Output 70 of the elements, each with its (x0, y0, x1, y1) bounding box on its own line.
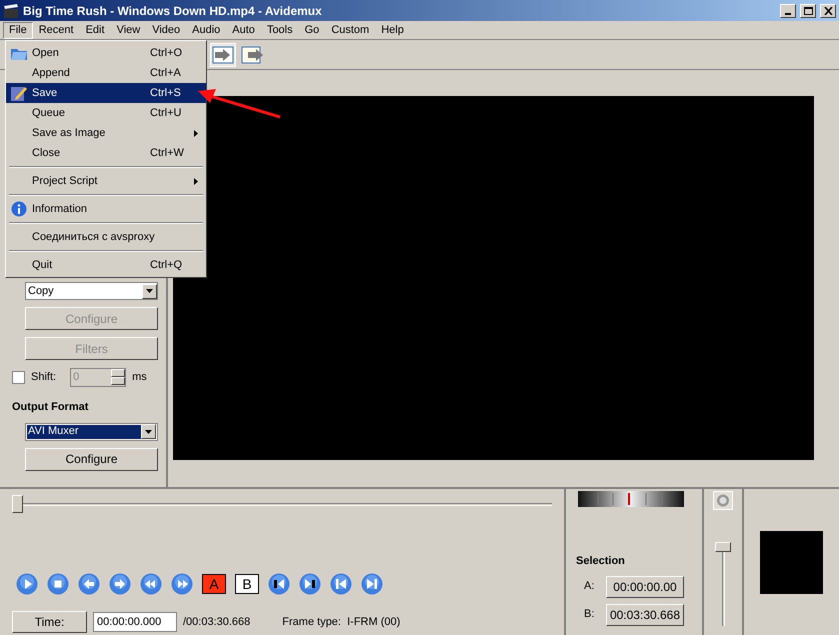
menu-bar-item[interactable]: Auto (226, 22, 261, 38)
menu-item[interactable]: Quit Ctrl+Q (6, 255, 206, 275)
ms-label: ms (132, 370, 147, 385)
time-button[interactable]: Time: (12, 611, 87, 633)
close-icon (824, 6, 832, 14)
play-button[interactable] (16, 573, 38, 595)
menu-item[interactable]: Соединиться с avsproxy (6, 227, 206, 247)
menu-bar-item[interactable]: Help (375, 22, 410, 38)
maximize-icon (804, 6, 812, 14)
menu-item[interactable]: Save Ctrl+S (6, 83, 206, 103)
volume-thumb[interactable] (715, 542, 731, 552)
menu-item[interactable]: Information (6, 199, 206, 219)
dropdown-arrow-icon (146, 289, 153, 293)
menu-bar-item[interactable]: File (3, 22, 33, 38)
marker-button[interactable]: A (202, 574, 226, 594)
menu-bar-item[interactable]: Video (146, 22, 186, 38)
marker-button[interactable]: B (235, 574, 259, 594)
menu-bar-item[interactable]: Go (298, 22, 326, 38)
arrow-in-window-icon[interactable] (210, 42, 236, 66)
menu-item[interactable]: Close Ctrl+W (6, 143, 206, 163)
shift-label: Shift: (31, 370, 56, 385)
info-icon (11, 201, 27, 217)
total-duration: /00:03:30.668 (183, 614, 250, 630)
menu-bar-item[interactable]: Tools (260, 22, 299, 38)
close-button[interactable] (820, 4, 836, 18)
thumbnail-preview (760, 530, 823, 594)
menu-item[interactable]: Save as Image (6, 123, 206, 143)
rewind-button[interactable] (140, 573, 162, 595)
submenu-arrow-icon (194, 130, 198, 136)
minimize-icon (785, 12, 791, 14)
menu-bar-item[interactable]: Audio (186, 22, 226, 38)
submenu-arrow-icon (194, 178, 198, 184)
selection-heading: Selection (576, 554, 626, 569)
selection-label: B: (584, 607, 594, 622)
clapperboard-icon (3, 2, 19, 18)
jog-wheel[interactable] (578, 491, 684, 507)
selection-time-button[interactable]: 00:00:00.00 (606, 576, 684, 598)
time-field[interactable]: 00:00:00.000 (93, 612, 177, 632)
pencil-icon (10, 84, 28, 102)
volume-slider[interactable] (715, 542, 731, 626)
prev-segment-button[interactable] (268, 573, 290, 595)
menu-bar-item[interactable]: Custom (325, 22, 376, 38)
menu-bar-item[interactable]: View (110, 22, 146, 38)
minimize-button[interactable] (780, 4, 796, 18)
fastforward-button[interactable] (171, 573, 193, 595)
menu-item[interactable]: Queue Ctrl+U (6, 103, 206, 123)
stop-button[interactable] (47, 573, 69, 595)
selection-time-button[interactable]: 00:03:30.668 (606, 604, 684, 626)
menu-bar-item[interactable]: Recent (32, 22, 80, 38)
selection-label: A: (584, 579, 594, 594)
configure-button[interactable]: Configure (25, 448, 158, 470)
maximize-button[interactable] (800, 4, 816, 18)
menu-item[interactable]: Open Ctrl+O (6, 43, 206, 63)
audio-codec-dropdown[interactable]: Copy (25, 282, 158, 300)
slider-thumb[interactable] (12, 495, 23, 513)
forward-button[interactable] (109, 573, 131, 595)
output-format-dropdown[interactable]: AVI Muxer (25, 422, 158, 440)
speaker-icon[interactable] (713, 491, 733, 510)
timeline-slider[interactable] (12, 495, 552, 513)
back-button[interactable] (78, 573, 100, 595)
first-button[interactable] (330, 573, 352, 595)
menu-item[interactable]: Project Script (6, 171, 206, 191)
frame-type: Frame type: I-FRM (00) (282, 614, 400, 630)
menu-bar-item[interactable]: Edit (80, 22, 111, 38)
last-button[interactable] (361, 573, 383, 595)
dropdown-arrow-icon (145, 430, 152, 434)
window-title: Big Time Rush - Windows Down HD.mp4 - Avidemux (23, 2, 323, 20)
menu-item[interactable]: Append Ctrl+A (6, 63, 206, 83)
output-format-heading: Output Format (12, 400, 90, 415)
next-segment-button[interactable] (299, 573, 321, 595)
